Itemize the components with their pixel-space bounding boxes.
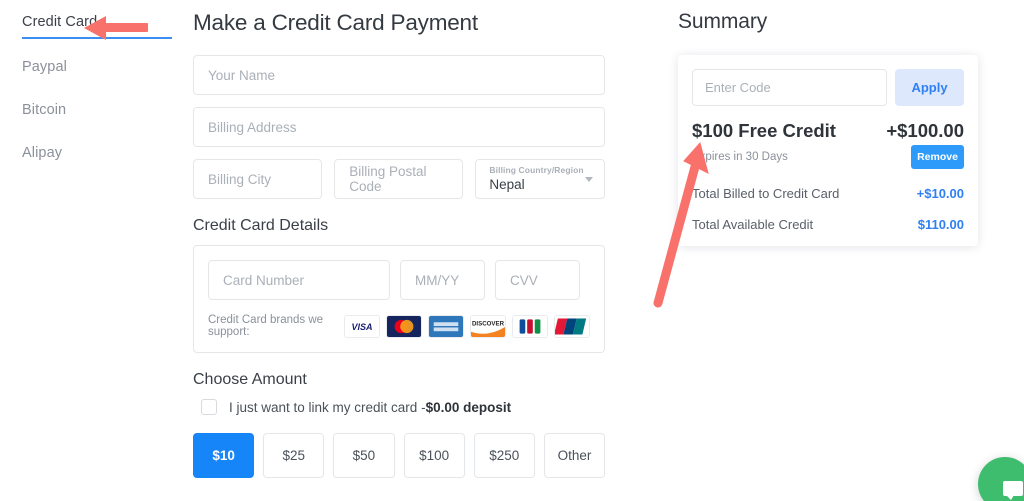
mastercard-logo [386, 314, 422, 338]
total-billed-row: Total Billed to Credit Card +$10.00 [692, 186, 964, 201]
name-input[interactable]: Your Name [193, 55, 605, 95]
sidebar-item-label: Alipay [22, 145, 63, 161]
discover-logo: DISCOVER [470, 314, 506, 338]
free-credit-name: $100 Free Credit [692, 120, 836, 141]
amount-option-label: $250 [489, 448, 520, 463]
link-card-checkbox-row: I just want to link my credit card -$0.0… [201, 399, 605, 415]
card-number-placeholder: Card Number [223, 272, 305, 288]
payment-form: Make a Credit Card Payment Your Name Bil… [193, 10, 606, 478]
total-billed-value: +$10.00 [916, 186, 964, 201]
sidebar-item-bitcoin[interactable]: Bitcoin [22, 102, 172, 125]
amount-option-label: $100 [419, 448, 450, 463]
amount-option-other[interactable]: Other [543, 433, 606, 478]
promo-code-row: Enter Code Apply [692, 69, 964, 106]
free-credit-expires-label: Expires in 30 Days [692, 151, 788, 163]
summary-title: Summary [678, 10, 768, 33]
card-number-input[interactable]: Card Number [208, 260, 390, 300]
link-card-checkbox[interactable] [201, 399, 217, 415]
amount-option-250[interactable]: $250 [473, 433, 535, 478]
sidebar-item-label: Credit Card [22, 14, 98, 30]
page-root: Credit Card Paypal Bitcoin Alipay Make a… [0, 0, 1024, 501]
amount-option-10[interactable]: $10 [193, 433, 255, 478]
chat-bubble-icon [1003, 481, 1023, 500]
free-credit-amount: +$100.00 [886, 120, 964, 141]
sidebar-item-paypal[interactable]: Paypal [22, 59, 172, 82]
billing-postal-placeholder: Billing Postal Code [349, 164, 427, 194]
promo-code-placeholder: Enter Code [705, 80, 771, 95]
billing-address-input[interactable]: Billing Address [193, 107, 605, 147]
billing-address-placeholder: Billing Address [208, 119, 297, 135]
billing-city-input[interactable]: Billing City [193, 159, 323, 199]
remove-credit-button[interactable]: Remove [911, 145, 964, 169]
free-credit-expiry-row: Expires in 30 Days Remove [692, 144, 964, 170]
link-card-label: I just want to link my credit card -$0.0… [229, 400, 511, 415]
unionpay-logo [554, 314, 590, 338]
sidebar-item-alipay[interactable]: Alipay [22, 145, 172, 168]
card-cvv-placeholder: CVV [510, 272, 538, 288]
free-credit-row: $100 Free Credit +$100.00 [692, 120, 964, 142]
amount-option-100[interactable]: $100 [403, 433, 465, 478]
visa-logo: VISA [344, 314, 380, 338]
summary-card: Enter Code Apply $100 Free Credit +$100.… [678, 55, 978, 246]
name-input-placeholder: Your Name [208, 67, 276, 83]
card-fields-row: Card Number MM/YY CVV [208, 260, 590, 300]
jcb-logo [512, 314, 548, 338]
supported-brands-row: Credit Card brands we support: VISA DISC… [208, 314, 590, 338]
sidebar-item-label: Bitcoin [22, 102, 67, 118]
payment-method-sidebar: Credit Card Paypal Bitcoin Alipay [22, 14, 172, 188]
link-card-deposit: $0.00 deposit [425, 399, 512, 415]
card-cvv-input[interactable]: CVV [495, 260, 580, 300]
amount-option-label: $50 [352, 448, 376, 463]
amount-option-25[interactable]: $25 [263, 433, 325, 478]
card-expiry-input[interactable]: MM/YY [400, 260, 485, 300]
chevron-down-icon [585, 177, 594, 182]
total-available-row: Total Available Credit $110.00 [692, 217, 964, 232]
brand-logo-list: VISA DISCOVER [344, 314, 590, 338]
amount-option-label: $10 [212, 448, 235, 463]
billing-city-placeholder: Billing City [208, 171, 272, 187]
promo-code-input[interactable]: Enter Code [692, 69, 887, 106]
card-expiry-placeholder: MM/YY [415, 272, 460, 288]
supported-brands-label: Credit Card brands we support: [208, 314, 324, 338]
billing-country-select[interactable]: Billing Country/Region Nepal [475, 159, 606, 199]
link-card-text: I just want to link my credit card - [229, 399, 426, 415]
credit-card-details-panel: Card Number MM/YY CVV Credit Card brands… [193, 245, 605, 353]
billing-location-row: Billing City Billing Postal Code Billing… [193, 159, 606, 199]
billing-country-label: Billing Country/Region [489, 165, 584, 175]
amount-option-50[interactable]: $50 [333, 433, 395, 478]
sidebar-item-label: Paypal [22, 59, 67, 75]
svg-text:VISA: VISA [351, 322, 372, 332]
sidebar-item-credit-card[interactable]: Credit Card [22, 14, 172, 39]
amount-option-label: Other [557, 448, 592, 463]
total-billed-label: Total Billed to Credit Card [692, 186, 840, 201]
remove-button-label: Remove [917, 151, 958, 163]
summary-panel: Summary Enter Code Apply $100 Free Credi… [678, 10, 978, 246]
amount-option-label: $25 [282, 448, 306, 463]
amount-options: $10 $25 $50 $100 $250 Other [193, 433, 606, 478]
billing-postal-code-input[interactable]: Billing Postal Code [334, 159, 464, 199]
amex-logo [428, 314, 464, 338]
choose-amount-heading: Choose Amount [193, 371, 307, 388]
svg-text:DISCOVER: DISCOVER [472, 320, 505, 327]
page-title: Make a Credit Card Payment [193, 10, 478, 35]
total-available-label: Total Available Credit [692, 217, 814, 232]
apply-button[interactable]: Apply [895, 69, 964, 106]
total-available-value: $110.00 [917, 217, 964, 232]
credit-card-details-heading: Credit Card Details [193, 217, 329, 234]
apply-button-label: Apply [911, 80, 948, 95]
